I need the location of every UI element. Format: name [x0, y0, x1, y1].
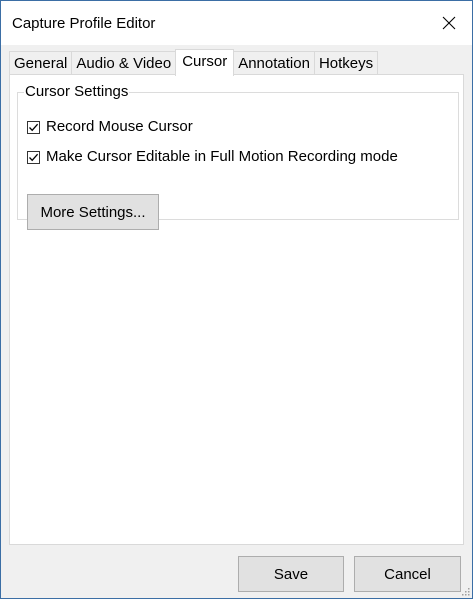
record-mouse-cursor-option[interactable]: Record Mouse Cursor [27, 118, 193, 136]
cursor-settings-group-label: Cursor Settings [24, 83, 130, 101]
checkmark-icon [29, 153, 39, 161]
resize-grip-icon[interactable] [460, 586, 470, 596]
cursor-tab-panel: Cursor Settings Record Mouse Cursor Make… [9, 74, 464, 545]
tab-hotkeys[interactable]: Hotkeys [313, 51, 379, 75]
make-cursor-editable-label[interactable]: Make Cursor Editable in Full Motion Reco… [46, 148, 398, 166]
capture-profile-editor-window: Capture Profile Editor General Audio & V… [0, 0, 473, 599]
title-bar[interactable]: Capture Profile Editor [1, 1, 472, 45]
checkmark-icon [29, 123, 39, 131]
tab-strip: General Audio & Video Cursor Annotation … [9, 49, 379, 76]
tab-audio-video[interactable]: Audio & Video [71, 51, 177, 75]
record-mouse-cursor-label[interactable]: Record Mouse Cursor [46, 118, 193, 136]
save-button[interactable]: Save [238, 556, 344, 592]
make-cursor-editable-option[interactable]: Make Cursor Editable in Full Motion Reco… [27, 148, 398, 166]
close-button[interactable] [426, 1, 472, 45]
make-cursor-editable-checkbox[interactable] [27, 150, 40, 164]
tab-cursor[interactable]: Cursor [175, 49, 235, 76]
close-icon [442, 16, 456, 30]
record-mouse-cursor-checkbox[interactable] [27, 120, 40, 134]
cancel-button[interactable]: Cancel [354, 556, 461, 592]
more-settings-button[interactable]: More Settings... [27, 194, 159, 230]
tab-general[interactable]: General [9, 51, 73, 75]
tab-annotation[interactable]: Annotation [233, 51, 315, 75]
cursor-settings-group: Cursor Settings Record Mouse Cursor Make… [17, 83, 459, 230]
window-title: Capture Profile Editor [12, 15, 156, 32]
